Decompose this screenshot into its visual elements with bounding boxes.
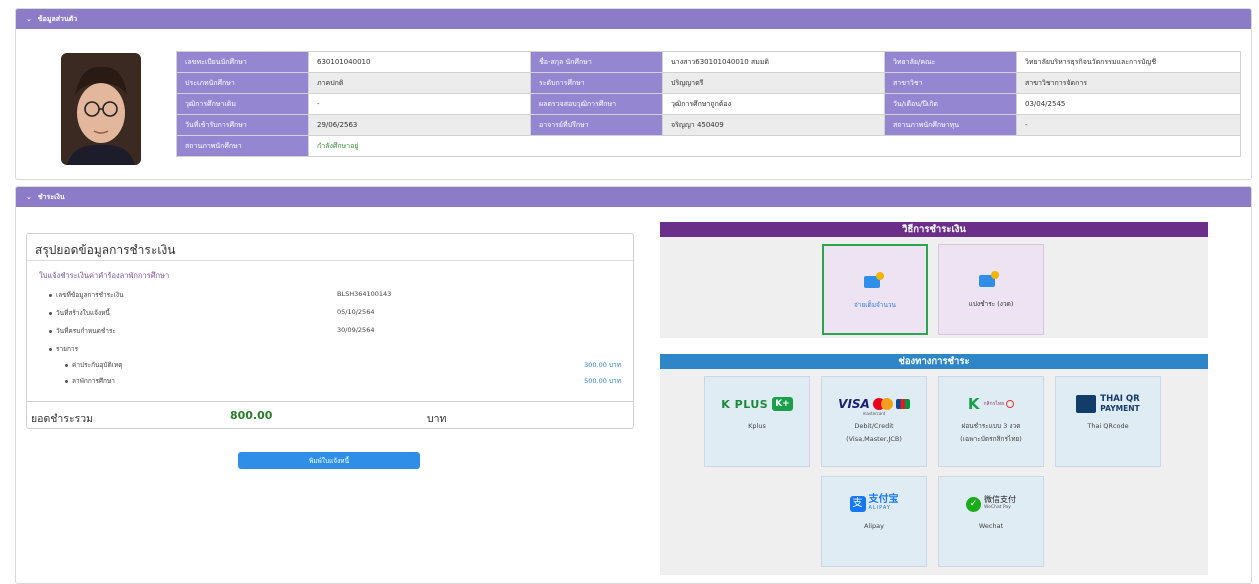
payment-title: ชำระเงิน	[37, 192, 65, 201]
info-row: ประเภทนักศึกษา ภาคปกติ ระดับการศึกษา ปริ…	[176, 72, 1241, 94]
thai-qr-logo: THAI QR PAYMENT	[1056, 393, 1160, 415]
info-value: -	[308, 93, 531, 115]
info-label: อาจารย์ที่ปรึกษา	[530, 114, 663, 136]
info-label: ระดับการศึกษา	[530, 72, 663, 94]
info-row-status: สถานภาพนักศึกษา กำลังศึกษาอยู่	[176, 135, 1241, 157]
info-label: สถานภาพนักศึกษาทุน	[884, 114, 1017, 136]
channel-label: Thai QRcode	[1087, 422, 1129, 430]
info-value: 29/06/2563	[308, 114, 531, 136]
info-value: ภาคปกติ	[308, 72, 531, 94]
item-amount: 500.00 บาท	[584, 377, 621, 385]
list-item: วันที่ครบกำหนดชำระ	[49, 326, 116, 336]
info-label: สาขาวิชา	[884, 72, 1017, 94]
info-label: วัน/เดือน/ปีเกิด	[884, 93, 1017, 115]
personal-info-card: ⌄ ข้อมูลส่วนตัว เลขทะเบียนนักศึกษา 63010…	[15, 8, 1252, 180]
summary-title: สรุปยอดข้อมูลการชำระเงิน	[27, 234, 633, 261]
info-label: ประเภทนักศึกษา	[176, 72, 309, 94]
channel-kplus[interactable]: K PLUS K+ Kplus	[704, 376, 810, 467]
channel-label: Kplus	[748, 422, 766, 430]
status-value: กำลังศึกษาอยู่	[308, 135, 1241, 157]
info-label: ชื่อ-สกุล นักศึกษา	[530, 51, 663, 73]
payment-channel-header: ช่องทางการชำระ	[660, 354, 1208, 369]
list-item: ลาพักการศึกษา	[65, 376, 115, 386]
list-item: รายการ	[49, 344, 78, 354]
info-value: จริญญา 450409	[662, 114, 885, 136]
qr-icon	[1076, 395, 1097, 413]
student-info-table: เลขทะเบียนนักศึกษา 630101040010 ชื่อ-สกุ…	[176, 51, 1241, 157]
info-value: วิทยาลัยบริหารธุรกิจนวัตกรรมและการบัญชี	[1016, 51, 1241, 73]
info-value: 630101040010	[308, 51, 531, 73]
payment-method-panel: วิธีการชำระเงิน จ่ายเต็มจำนวน แบ่งชำระ (…	[660, 222, 1208, 338]
total-value: 800.00	[230, 409, 273, 422]
channel-label: (เฉพาะบัตรกสิกรไทย)	[960, 435, 1022, 443]
invoice-date-value: 05/10/2564	[337, 308, 375, 316]
channel-card[interactable]: VISA mastercard Debit/Credit (Visa,Maste…	[821, 376, 927, 467]
total-bar: ยอดชำระรวม 800.00 บาท	[27, 401, 633, 428]
info-row: วันที่เข้ารับการศึกษา 29/06/2563 อาจารย์…	[176, 114, 1241, 136]
info-label: วันที่เข้ารับการศึกษา	[176, 114, 309, 136]
info-label: ผลตรวจสอบวุฒิการศึกษา	[530, 93, 663, 115]
info-label: วุฒิการศึกษาเดิม	[176, 93, 309, 115]
channel-label: (Visa,Master,JCB)	[846, 435, 902, 443]
channel-installment[interactable]: K กสิกรไทย ผ่อนชำระแบบ 3 งวด (เฉพาะบัตรก…	[938, 376, 1044, 467]
channel-label: Alipay	[863, 522, 884, 530]
total-unit: บาท	[427, 413, 447, 425]
print-invoice-button[interactable]: พิมพ์ใบแจ้งหนี้	[238, 452, 420, 469]
status-label: สถานภาพนักศึกษา	[176, 135, 309, 157]
chevron-down-icon[interactable]: ⌄	[26, 15, 32, 23]
list-item: ค่าประกันอุบัติเหตุ	[65, 360, 122, 370]
payment-method-header: วิธีการชำระเงิน	[660, 222, 1208, 237]
method-installment[interactable]: แบ่งชำระ (งวด)	[938, 244, 1044, 335]
info-row: เลขทะเบียนนักศึกษา 630101040010 ชื่อ-สกุ…	[176, 51, 1241, 73]
channel-label: Wechat	[978, 522, 1004, 530]
personal-info-header[interactable]: ⌄ ข้อมูลส่วนตัว	[16, 9, 1251, 29]
personal-info-title: ข้อมูลส่วนตัว	[37, 14, 78, 23]
channel-thai-qr[interactable]: THAI QR PAYMENT Thai QRcode	[1055, 376, 1161, 467]
payment-ref-value: BLSH364100143	[337, 290, 392, 298]
item-amount: 300.00 บาท	[584, 361, 621, 369]
channel-alipay[interactable]: 支 支付宝 ALIPAY Alipay	[821, 476, 927, 567]
info-value: -	[1016, 114, 1241, 136]
wechat-pay-logo: ✓ 微信支付 WeChat Pay	[939, 493, 1043, 515]
method-full-payment[interactable]: จ่ายเต็มจำนวน	[822, 244, 928, 335]
info-value: สาขาวิชาการจัดการ	[1016, 72, 1241, 94]
credit-card-icon	[864, 272, 884, 288]
list-item: เลขที่ข้อมูลการชำระเงิน	[49, 290, 124, 300]
summary-subtitle: ใบแจ้งชำระเงินค่าคำร้องลาพักการศึกษา	[39, 271, 170, 280]
payment-channel-panel: ช่องทางการชำระ K PLUS K+ Kplus VISA mast…	[660, 354, 1208, 575]
method-label: แบ่งชำระ (งวด)	[968, 300, 1014, 308]
total-label: ยอดชำระรวม	[31, 413, 94, 425]
info-label: วิทยาลัย/คณะ	[884, 51, 1017, 73]
payment-card: ⌄ ชำระเงิน สรุปยอดข้อมูลการชำระเงิน ใบแจ…	[15, 186, 1252, 584]
info-row: วุฒิการศึกษาเดิม - ผลตรวจสอบวุฒิการศึกษา…	[176, 93, 1241, 115]
credit-card-icon	[979, 271, 999, 287]
kplus-logo: K PLUS K+	[705, 393, 809, 415]
channel-label: Debit/Credit	[854, 422, 894, 430]
kasikorn-logo: K กสิกรไทย	[939, 393, 1043, 415]
info-value: ปริญญาตรี	[662, 72, 885, 94]
payment-header[interactable]: ⌄ ชำระเงิน	[16, 187, 1251, 207]
student-photo	[61, 53, 141, 165]
info-label: เลขทะเบียนนักศึกษา	[176, 51, 309, 73]
channel-label: ผ่อนชำระแบบ 3 งวด	[961, 422, 1021, 430]
alipay-logo: 支 支付宝 ALIPAY	[822, 493, 926, 515]
list-item: วันที่สร้างใบแจ้งหนี้	[49, 308, 110, 318]
info-value: วุฒิการศึกษาถูกต้อง	[662, 93, 885, 115]
visa-master-jcb-logo: VISA mastercard	[822, 393, 926, 419]
info-value: นางสาว630101040010 สมมติ	[662, 51, 885, 73]
page: ⌄ ข้อมูลส่วนตัว เลขทะเบียนนักศึกษา 63010…	[15, 0, 1259, 584]
due-date-value: 30/09/2564	[337, 326, 375, 334]
method-label: จ่ายเต็มจำนวน	[854, 301, 896, 309]
info-value: 03/04/2545	[1016, 93, 1241, 115]
chevron-down-icon[interactable]: ⌄	[26, 193, 32, 201]
channel-wechat[interactable]: ✓ 微信支付 WeChat Pay Wechat	[938, 476, 1044, 567]
payment-summary: สรุปยอดข้อมูลการชำระเงิน ใบแจ้งชำระเงินค…	[26, 233, 634, 429]
